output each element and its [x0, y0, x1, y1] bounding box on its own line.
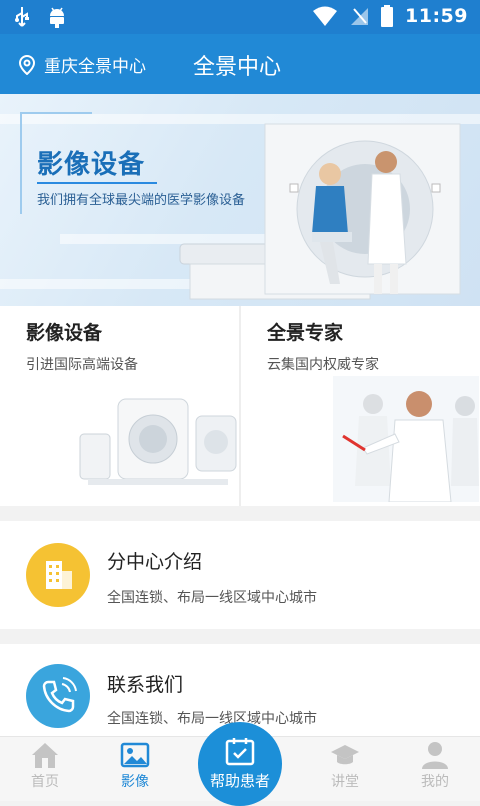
nav-label: 影像: [121, 774, 149, 790]
nav-help-patients[interactable]: 帮助患者: [198, 722, 282, 806]
card-subtitle: 云集国内权威专家: [267, 357, 379, 373]
card-experts[interactable]: 全景专家 云集国内权威专家: [241, 306, 480, 506]
hero-banner[interactable]: 影像设备 我们拥有全球最尖端的医学影像设备: [0, 94, 480, 306]
card-imaging-equipment[interactable]: 影像设备 引进国际高端设备: [0, 306, 239, 506]
banner-title: 影像设备: [37, 150, 146, 180]
equipment-illustration: [79, 398, 237, 485]
nav-label: 首页: [31, 774, 59, 790]
building-icon: [26, 543, 90, 607]
status-time: 11:59: [405, 5, 468, 27]
wifi-icon: [313, 6, 338, 26]
battery-icon: [381, 5, 394, 27]
list-item-subtitle: 全国连锁、布局一线区域中心城市: [107, 590, 317, 606]
nav-label: 讲堂: [331, 774, 359, 790]
page-title: 全景中心: [193, 55, 282, 80]
list-item-title: 分中心介绍: [107, 551, 203, 573]
android-icon: [50, 7, 64, 28]
card-subtitle: 引进国际高端设备: [26, 357, 138, 373]
location-pin-icon: [18, 54, 36, 75]
card-title: 影像设备: [26, 322, 103, 344]
nav-lecture[interactable]: 讲堂: [300, 737, 390, 801]
location-selector[interactable]: 重庆全景中心: [18, 52, 146, 77]
nav-label: 我的: [421, 774, 449, 790]
usb-icon: [15, 7, 29, 27]
user-icon: [422, 742, 448, 769]
nav-label: 帮助患者: [209, 772, 270, 790]
status-bar: 11:59: [0, 0, 480, 34]
list-item-title: 联系我们: [107, 674, 184, 696]
card-title: 全景专家: [267, 322, 344, 344]
graduation-cap-icon: [331, 745, 359, 765]
nav-imaging[interactable]: 影像: [90, 737, 180, 801]
home-icon: [32, 743, 58, 768]
feature-cards: 影像设备 引进国际高端设备 全景专家 云集国内权威专家: [0, 306, 480, 506]
location-label: 重庆全景中心: [44, 57, 146, 77]
nav-profile[interactable]: 我的: [390, 737, 480, 801]
nav-home[interactable]: 首页: [0, 737, 90, 801]
image-icon: [120, 742, 150, 768]
list-item-branch-centers[interactable]: 分中心介绍 全国连锁、布局一线区域中心城市: [0, 521, 480, 629]
calendar-check-icon: [225, 738, 255, 766]
phone-icon: [26, 664, 90, 728]
list-item-subtitle: 全国连锁、布局一线区域中心城市: [107, 711, 317, 727]
app-header: 重庆全景中心 全景中心: [0, 34, 480, 94]
no-signal-icon: [351, 8, 369, 25]
banner-rule: [37, 182, 157, 184]
doctors-illustration: [333, 376, 479, 502]
mri-scanner-illustration: [179, 123, 461, 300]
